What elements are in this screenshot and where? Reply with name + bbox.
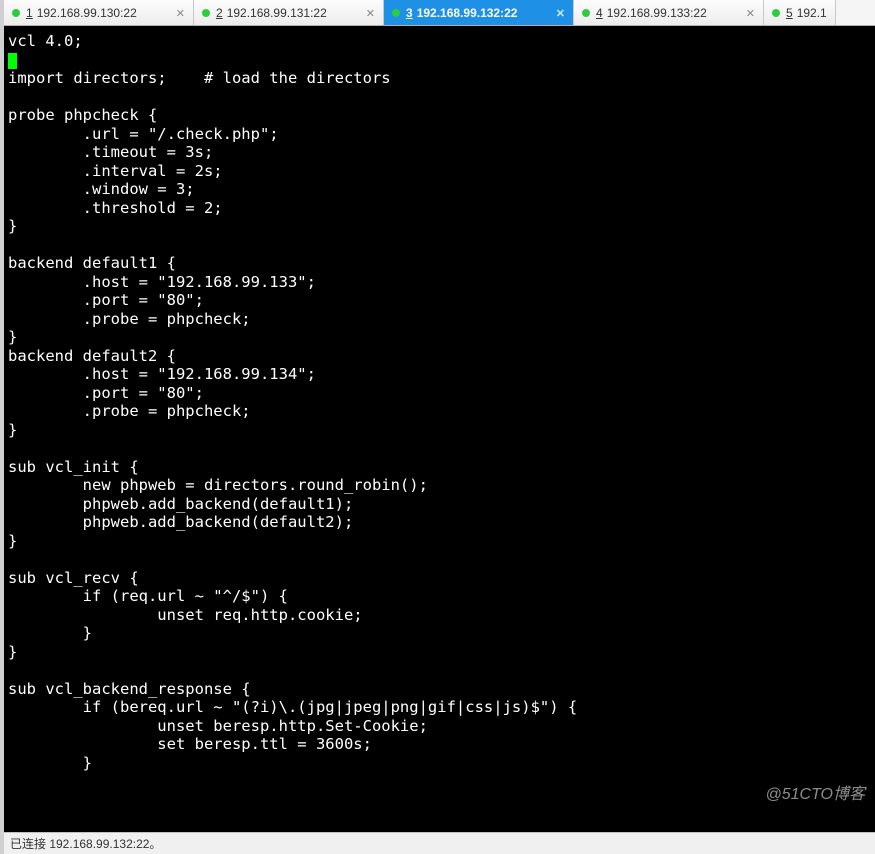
tab-1[interactable]: 1 192.168.99.130:22 ✕ bbox=[4, 0, 194, 26]
terminal-pane[interactable]: vcl 4.0; import directors; # load the di… bbox=[4, 26, 875, 832]
tab-label: 192.168.99.130:22 bbox=[37, 6, 137, 20]
close-icon[interactable]: ✕ bbox=[550, 7, 565, 20]
status-dot-icon bbox=[12, 9, 20, 17]
watermark-label: @51CTO博客 bbox=[765, 780, 865, 804]
tab-label: 192.168.99.131:22 bbox=[227, 6, 327, 20]
status-dot-icon bbox=[772, 9, 780, 17]
tab-5[interactable]: 5 192.1 bbox=[764, 0, 836, 26]
terminal-line: vcl 4.0; bbox=[8, 32, 83, 50]
close-icon[interactable]: ✕ bbox=[740, 7, 755, 20]
tab-index: 4 bbox=[596, 6, 603, 20]
tab-3[interactable]: 3 192.168.99.132:22 ✕ bbox=[384, 0, 574, 26]
tab-bar: 1 192.168.99.130:22 ✕ 2 192.168.99.131:2… bbox=[4, 0, 875, 26]
status-dot-icon bbox=[202, 9, 210, 17]
terminal-content: vcl 4.0; import directors; # load the di… bbox=[8, 32, 875, 772]
terminal-body: import directors; # load the directors p… bbox=[8, 69, 577, 772]
close-icon[interactable]: ✕ bbox=[360, 7, 375, 20]
tab-index: 1 bbox=[26, 6, 33, 20]
tab-2[interactable]: 2 192.168.99.131:22 ✕ bbox=[194, 0, 384, 26]
tab-label: 192.168.99.133:22 bbox=[607, 6, 707, 20]
cursor-icon bbox=[8, 53, 17, 69]
tab-index: 2 bbox=[216, 6, 223, 20]
status-dot-icon bbox=[582, 9, 590, 17]
terminal-window: 1 192.168.99.130:22 ✕ 2 192.168.99.131:2… bbox=[0, 0, 875, 854]
status-bar: 已连接 192.168.99.132:22。 bbox=[4, 832, 875, 854]
tab-index: 5 bbox=[786, 6, 793, 20]
tab-index: 3 bbox=[406, 6, 413, 20]
tab-4[interactable]: 4 192.168.99.133:22 ✕ bbox=[574, 0, 764, 26]
close-icon[interactable]: ✕ bbox=[170, 7, 185, 20]
status-text: 已连接 192.168.99.132:22。 bbox=[10, 835, 161, 852]
tab-label: 192.168.99.132:22 bbox=[417, 6, 518, 20]
status-dot-icon bbox=[392, 9, 400, 17]
tab-label: 192.1 bbox=[797, 6, 827, 20]
